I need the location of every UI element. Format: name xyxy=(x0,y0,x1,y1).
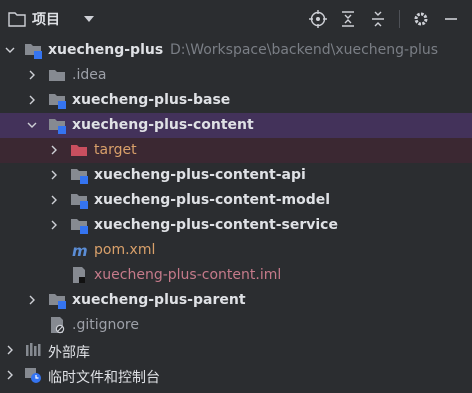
module-folder-icon xyxy=(48,91,66,109)
module-folder-icon xyxy=(48,116,66,134)
view-selector[interactable]: 项目 xyxy=(0,0,100,38)
tree-row-scratches[interactable]: 临时文件和控制台 xyxy=(0,363,472,388)
collapse-all-icon xyxy=(372,11,384,27)
content-label: xuecheng-plus-content xyxy=(72,117,254,133)
svg-text:m: m xyxy=(72,242,88,259)
project-toolbar: 项目 xyxy=(0,0,472,38)
chevron-right-icon[interactable] xyxy=(48,144,60,156)
tree-row-base[interactable]: xuecheng-plus-base xyxy=(0,88,472,113)
base-label: xuecheng-plus-base xyxy=(72,92,231,108)
expand-all-button[interactable] xyxy=(337,8,359,30)
chevron-down-icon[interactable] xyxy=(4,44,16,56)
module-folder-icon xyxy=(24,41,42,59)
chevron-right-icon[interactable] xyxy=(48,194,60,206)
view-title: 项目 xyxy=(32,12,60,28)
folder-icon xyxy=(48,66,66,84)
content-api-label: xuecheng-plus-content-api xyxy=(94,167,306,183)
tree-row-iml[interactable]: xuecheng-plus-content.iml xyxy=(0,263,472,288)
chevron-right-icon[interactable] xyxy=(26,69,38,81)
content-service-label: xuecheng-plus-content-service xyxy=(94,217,338,233)
tree-row-pom[interactable]: m pom.xml xyxy=(0,238,472,263)
scratches-icon xyxy=(25,368,41,383)
idea-label: .idea xyxy=(72,67,107,83)
tree-row-content-api[interactable]: xuecheng-plus-content-api xyxy=(0,163,472,188)
module-folder-icon xyxy=(48,291,66,309)
library-icon xyxy=(26,343,41,356)
project-folder-icon xyxy=(8,12,26,27)
chevron-right-icon[interactable] xyxy=(4,344,16,356)
chevron-right-icon[interactable] xyxy=(26,94,38,106)
target-label: target xyxy=(94,142,137,158)
tree-row-root[interactable]: xuecheng-plus D:\Workspace\backend\xuech… xyxy=(0,38,472,63)
tree-row-content-service[interactable]: xuecheng-plus-content-service xyxy=(0,213,472,238)
toolbar-divider xyxy=(399,10,400,28)
iml-file-icon xyxy=(73,267,85,283)
content-model-label: xuecheng-plus-content-model xyxy=(94,192,331,208)
module-folder-icon xyxy=(70,191,88,209)
tree-row-parent[interactable]: xuecheng-plus-parent xyxy=(0,288,472,313)
tree-row-gitignore[interactable]: .gitignore xyxy=(0,313,472,338)
pom-label: pom.xml xyxy=(94,242,156,258)
tree-row-content[interactable]: xuecheng-plus-content xyxy=(0,113,472,138)
tree-row-target[interactable]: target xyxy=(0,138,472,163)
hide-button[interactable] xyxy=(440,8,462,30)
expand-all-icon xyxy=(342,11,354,27)
chevron-right-icon[interactable] xyxy=(26,294,38,306)
root-path: D:\Workspace\backend\xuecheng-plus xyxy=(170,42,439,58)
maven-icon: m xyxy=(72,242,88,259)
tree-row-content-model[interactable]: xuecheng-plus-content-model xyxy=(0,188,472,213)
parent-label: xuecheng-plus-parent xyxy=(72,292,246,308)
tree-row-external-libraries[interactable]: 外部库 xyxy=(0,338,472,363)
dropdown-icon[interactable] xyxy=(78,12,100,26)
locate-button[interactable] xyxy=(307,8,329,30)
tree-row-idea[interactable]: .idea xyxy=(0,63,472,88)
module-folder-icon xyxy=(70,216,88,234)
chevron-right-icon[interactable] xyxy=(48,219,60,231)
module-folder-icon xyxy=(70,166,88,184)
scratches-label: 临时文件和控制台 xyxy=(48,370,160,386)
chevron-right-icon[interactable] xyxy=(4,369,16,381)
options-button[interactable] xyxy=(410,8,432,30)
locate-icon xyxy=(309,10,327,28)
collapse-all-button[interactable] xyxy=(367,8,389,30)
ignored-file-icon xyxy=(51,317,65,334)
project-tree: xuecheng-plus D:\Workspace\backend\xuech… xyxy=(0,38,472,388)
iml-label: xuecheng-plus-content.iml xyxy=(94,267,282,283)
external-libraries-label: 外部库 xyxy=(48,345,90,361)
gitignore-label: .gitignore xyxy=(72,317,139,333)
chevron-right-icon[interactable] xyxy=(48,169,60,181)
root-label: xuecheng-plus xyxy=(48,42,164,58)
chevron-down-icon[interactable] xyxy=(26,119,38,131)
gear-icon xyxy=(414,12,428,26)
hide-icon xyxy=(445,18,457,20)
excluded-folder-icon xyxy=(70,141,88,159)
